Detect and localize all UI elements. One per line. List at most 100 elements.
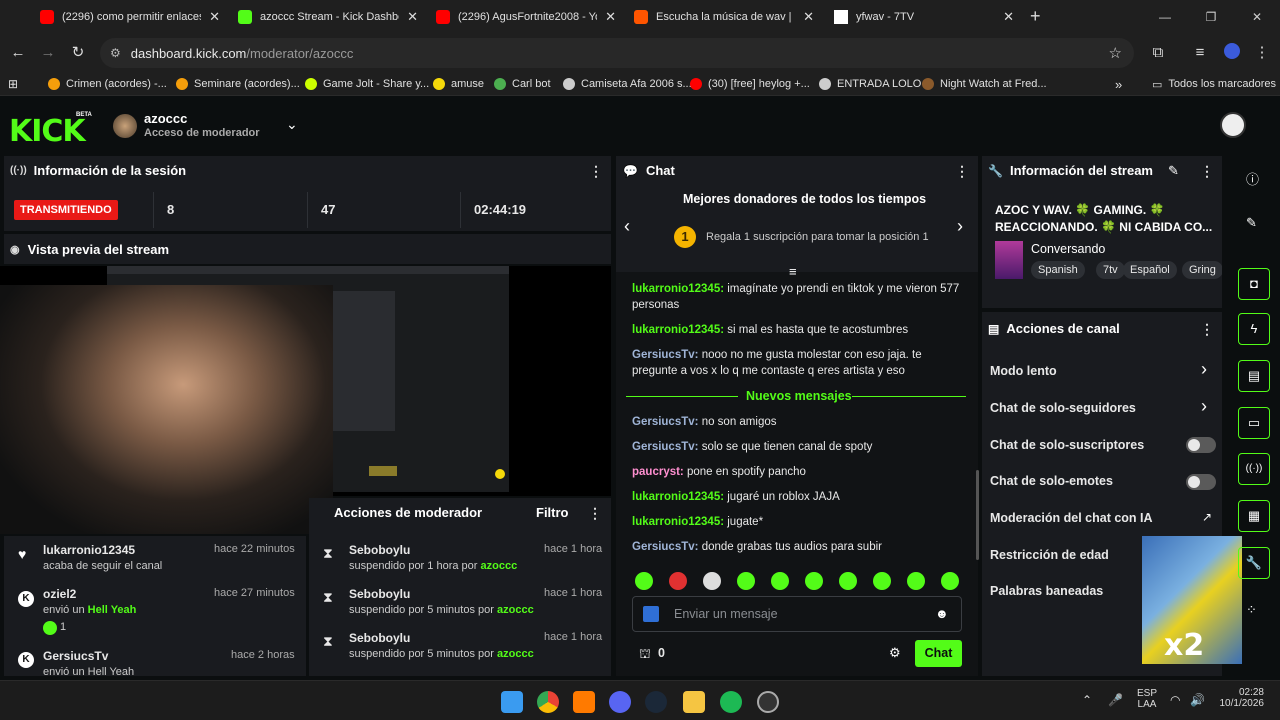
kick-logo[interactable]: KICK [9, 114, 86, 149]
ai-moderation-label[interactable]: Moderación del chat con IA [990, 511, 1153, 525]
bookmark-item[interactable]: Crimen (acordes) -... [48, 76, 167, 92]
mod-target-user[interactable]: Seboboylu [349, 587, 410, 601]
rail-lightning-button[interactable]: ϟ [1238, 313, 1270, 345]
tray-overflow-icon[interactable]: ⌃ [1082, 693, 1092, 707]
new-tab-button[interactable]: + [1030, 6, 1041, 27]
chat-username[interactable]: GersiucsTv: [632, 416, 698, 428]
slow-mode-label[interactable]: Modo lento [990, 364, 1057, 378]
close-tab-icon[interactable]: ✕ [407, 9, 418, 25]
edit-pencil-icon[interactable]: ✎ [1168, 163, 1179, 179]
rail-broadcast-button[interactable]: ((·)) [1238, 453, 1270, 485]
browser-tab-active[interactable]: azoccc Stream - Kick Dashboard ✕ [230, 4, 426, 30]
stream-info-menu-icon[interactable]: ⋮ [1200, 163, 1214, 180]
chat-username[interactable]: lukarronio12345: [632, 283, 724, 295]
chrome-icon[interactable] [537, 691, 559, 713]
browser-tab[interactable]: Escucha la música de wav | Disf ✕ [626, 4, 822, 30]
browser-tab[interactable]: yfwav - 7TV ✕ [826, 4, 1022, 30]
file-explorer-icon[interactable] [683, 691, 705, 713]
chat-scrollbar[interactable] [976, 470, 979, 560]
emote-icon[interactable] [771, 572, 789, 590]
external-link-icon[interactable]: ↗ [1202, 510, 1212, 524]
session-menu-icon[interactable]: ⋮ [589, 163, 603, 180]
edit-layout-icon[interactable]: ✎ [1246, 215, 1257, 231]
bookmark-item[interactable]: (30) [free] heylog +... [690, 76, 810, 92]
tag-chip[interactable]: Spanish [1031, 261, 1085, 279]
emote-icon[interactable] [703, 572, 721, 590]
chat-username[interactable]: paucryst: [632, 466, 684, 478]
profile-avatar-icon[interactable] [1222, 43, 1242, 63]
category-name[interactable]: Conversando [1031, 242, 1105, 256]
close-tab-icon[interactable]: ✕ [1003, 9, 1014, 25]
browser-menu-icon[interactable]: ⋮ [1252, 43, 1272, 63]
chat-settings-icon[interactable]: ⚙ [889, 645, 901, 661]
emote-icon[interactable] [941, 572, 959, 590]
channel-actions-menu-icon[interactable]: ⋮ [1200, 321, 1214, 338]
emote-icon[interactable] [635, 572, 653, 590]
browser-tab[interactable]: (2296) como permitir enlaces e ✕ [32, 4, 228, 30]
microphone-icon[interactable]: 🎤 [1108, 693, 1123, 707]
rail-notes-button[interactable]: ▤ [1238, 360, 1270, 392]
volume-icon[interactable]: 🔊 [1190, 693, 1205, 707]
tag-chip[interactable]: Español [1123, 261, 1177, 279]
spotify-icon[interactable] [720, 691, 742, 713]
rail-more-icon[interactable]: ⁘ [1246, 602, 1257, 618]
bookmark-item[interactable]: Seminare (acordes)... [176, 76, 300, 92]
category-thumbnail[interactable] [995, 241, 1023, 279]
stream-preview-video[interactable] [0, 266, 611, 534]
filter-button[interactable]: Filtro [536, 505, 569, 520]
emote-icon[interactable] [805, 572, 823, 590]
close-tab-icon[interactable]: ✕ [605, 9, 616, 25]
emote-icon[interactable] [873, 572, 891, 590]
rail-wrench-button[interactable]: 🔧 [1238, 547, 1270, 579]
channel-switch-chevron-icon[interactable]: ⌄ [286, 116, 298, 133]
send-chat-button[interactable]: Chat [915, 640, 962, 667]
bookmark-item[interactable]: Carl bot [494, 76, 551, 92]
banned-words-label[interactable]: Palabras baneadas [990, 584, 1103, 598]
windows-start-icon[interactable] [501, 691, 523, 713]
subscribers-only-toggle[interactable] [1186, 437, 1216, 453]
bookmark-item[interactable]: ENTRADA LOLO [819, 76, 921, 92]
extensions-icon[interactable]: ⧉ [1148, 43, 1168, 63]
chat-username[interactable]: lukarronio12345: [632, 491, 724, 503]
emote-icon[interactable] [907, 572, 925, 590]
bookmark-item[interactable]: Game Jolt - Share y... [305, 76, 429, 92]
maximize-icon[interactable]: ❐ [1188, 0, 1234, 34]
bookmark-item[interactable]: amuse [433, 76, 484, 92]
chat-menu-icon[interactable]: ⋮ [955, 163, 969, 180]
user-avatar[interactable] [1220, 112, 1246, 138]
tag-chip[interactable]: 7tv [1096, 261, 1125, 279]
clock[interactable]: 02:28 10/1/2026 [1216, 687, 1265, 709]
apps-grid-icon[interactable]: ⊞ [8, 76, 18, 92]
chat-username[interactable]: GersiucsTv: [632, 349, 698, 361]
gift-shop-icon[interactable]: ⛫ [639, 646, 651, 664]
rail-modview-button[interactable]: ▦ [1238, 500, 1270, 532]
activity-user[interactable]: GersiucsTv [43, 649, 108, 663]
browser-tab[interactable]: (2296) AgusFortnite2008 - YouT ✕ [428, 4, 624, 30]
input-language[interactable]: ESP LAA [1137, 688, 1157, 710]
all-bookmarks-folder[interactable]: ▭ Todos los marcadores [1152, 76, 1276, 92]
mod-actions-menu-icon[interactable]: ⋮ [588, 505, 602, 522]
mod-target-user[interactable]: Seboboylu [349, 543, 410, 557]
rail-camera-button[interactable]: ◘ [1238, 268, 1270, 300]
bookmark-item[interactable]: Camiseta Afa 2006 s... [563, 76, 692, 92]
forward-icon[interactable]: → [38, 43, 58, 63]
chat-input-box[interactable]: Enviar un mensaje ☻ [632, 596, 962, 632]
chat-username[interactable]: GersiucsTv: [632, 441, 698, 453]
emote-icon[interactable] [839, 572, 857, 590]
back-icon[interactable]: ← [8, 43, 28, 63]
mod-target-user[interactable]: Seboboylu [349, 631, 410, 645]
followers-only-label[interactable]: Chat de solo-seguidores [990, 401, 1136, 415]
emote-icon[interactable] [669, 572, 687, 590]
age-restriction-label[interactable]: Restricción de edad [990, 548, 1109, 562]
collapse-icon[interactable]: ≡ [789, 264, 797, 279]
fl-studio-icon[interactable] [573, 691, 595, 713]
chat-username[interactable]: lukarronio12345: [632, 324, 724, 336]
emoji-picker-icon[interactable]: ☻ [935, 606, 949, 621]
bookmark-star-icon[interactable]: ☆ [1109, 44, 1122, 62]
close-tab-icon[interactable]: ✕ [209, 9, 220, 25]
chat-username[interactable]: GersiucsTv: [632, 541, 698, 553]
chevron-right-icon[interactable]: › [1201, 396, 1207, 417]
chat-username[interactable]: lukarronio12345: [632, 516, 724, 528]
site-info-icon[interactable]: ⚙ [110, 46, 121, 60]
wifi-icon[interactable]: ◠ [1170, 693, 1180, 707]
